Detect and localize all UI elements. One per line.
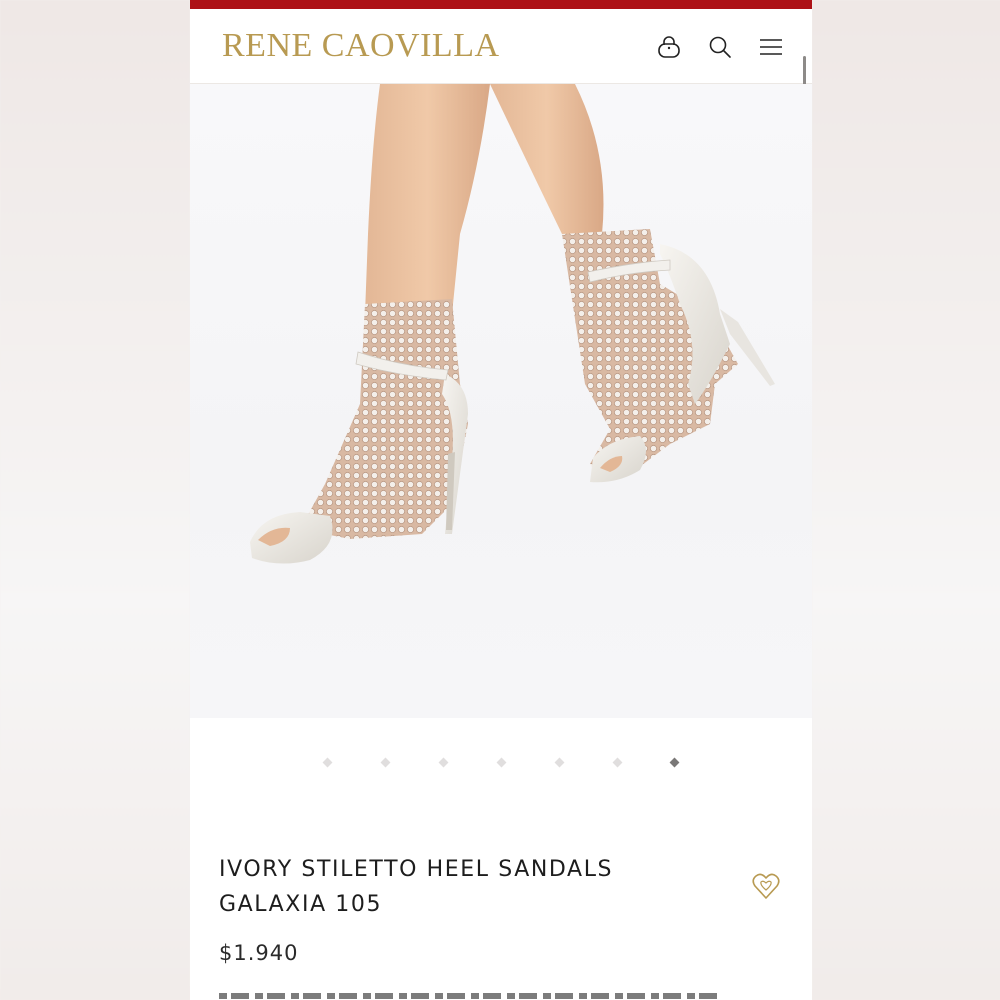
gallery-dot-active[interactable] [669, 757, 680, 768]
top-accent-bar [190, 0, 812, 9]
gallery-dot[interactable] [438, 757, 449, 768]
gallery-dot[interactable] [380, 757, 391, 768]
gallery-dot[interactable] [322, 757, 333, 768]
product-image[interactable] [190, 84, 812, 718]
sandal-photo-illustration [250, 84, 775, 564]
product-description-peek [219, 993, 719, 999]
blurred-background-right [812, 0, 1000, 1000]
search-icon[interactable] [705, 32, 735, 62]
gallery-dot[interactable] [496, 757, 507, 768]
product-title: IVORY STILETTO HEEL SANDALS GALAXIA 105 [219, 852, 679, 922]
brand-logo[interactable]: RENE CAOVILLA [222, 27, 500, 65]
product-price: $1.940 [219, 941, 299, 965]
product-title-line-2: GALAXIA 105 [219, 892, 383, 917]
gallery-dot[interactable] [554, 757, 565, 768]
gallery-pagination [190, 756, 812, 770]
gallery-dot[interactable] [612, 757, 623, 768]
wishlist-heart-icon[interactable] [751, 871, 781, 903]
shopping-bag-icon[interactable] [654, 32, 684, 62]
site-header: RENE CAOVILLA [190, 9, 812, 84]
product-title-line-1: IVORY STILETTO HEEL SANDALS [219, 857, 614, 882]
menu-icon[interactable] [756, 32, 786, 62]
mobile-page: RENE CAOVILLA IVORY STILETTO HEEL SANDAL… [190, 0, 812, 1000]
blurred-background-left [0, 0, 190, 1000]
